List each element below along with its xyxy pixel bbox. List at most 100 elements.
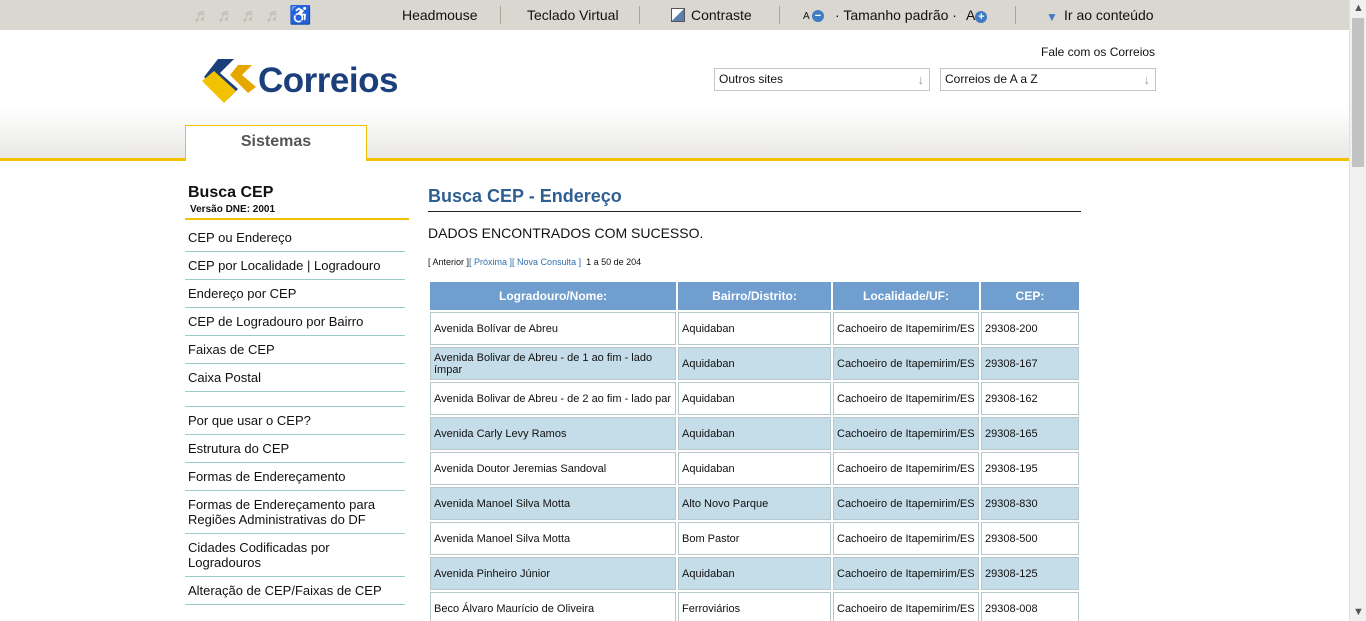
scroll-down-icon[interactable]: ▼ <box>1350 604 1366 621</box>
site-header: Correios Fale com os Correios Outros sit… <box>0 30 1349 161</box>
font-increase-button[interactable]: A + <box>966 7 988 23</box>
sidebar-version: Versão DNE: 2001 <box>190 204 276 215</box>
cell-cep: 29308-200 <box>981 312 1079 345</box>
sidebar-gap <box>185 392 405 407</box>
arrow-down-icon: ▼ <box>1046 10 1058 24</box>
outros-sites-select[interactable]: Outros sites ↓ <box>714 68 930 91</box>
column-header-logradouro: Logradouro/Nome: <box>430 282 676 310</box>
cell-localidade: Cachoeiro de Itapemirim/ES <box>833 487 979 520</box>
headmouse-link[interactable]: Headmouse <box>402 7 478 23</box>
cell-bairro: Alto Novo Parque <box>678 487 831 520</box>
title-divider <box>428 211 1081 212</box>
column-header-bairro: Bairro/Distrito: <box>678 282 831 310</box>
column-header-localidade: Localidade/UF: <box>833 282 979 310</box>
cell-localidade: Cachoeiro de Itapemirim/ES <box>833 417 979 450</box>
sidebar-item-por-que-usar-cep[interactable]: Por que usar o CEP? <box>185 407 405 435</box>
font-small-label: A <box>803 11 810 22</box>
contrast-icon <box>671 8 685 22</box>
sidebar-item-caixa-postal[interactable]: Caixa Postal <box>185 364 405 392</box>
cell-bairro: Ferroviários <box>678 592 831 621</box>
correios-a-z-select[interactable]: Correios de A a Z ↓ <box>940 68 1156 91</box>
sidebar-item-endereco-por-cep[interactable]: Endereço por CEP <box>185 280 405 308</box>
table-row: Beco Álvaro Maurício de Oliveira Ferroviá… <box>430 592 1079 621</box>
accessibility-bar: ♬ ♬ ♬ ♬ ♿ Headmouse Teclado Virtual Cont… <box>0 0 1349 30</box>
cell-localidade: Cachoeiro de Itapemirim/ES <box>833 592 979 621</box>
cell-localidade: Cachoeiro de Itapemirim/ES <box>833 522 979 555</box>
cell-logradouro: Avenida Bolívar de Abreu <box>430 312 676 345</box>
outros-sites-value: Outros sites <box>719 72 784 86</box>
table-row: Avenida Bolívar de Abreu Aquidaban Cachoei… <box>430 312 1079 345</box>
sidebar-item-cidades-codificadas[interactable]: Cidades Codificadas por Logradouros <box>185 534 405 577</box>
arrow-down-icon: ↓ <box>917 72 925 87</box>
sidebar-item-cep-ou-endereco[interactable]: CEP ou Endereço <box>185 224 405 252</box>
minus-circle-icon: − <box>811 10 824 22</box>
font-decrease-button[interactable]: A − <box>803 9 824 25</box>
cell-localidade: Cachoeiro de Itapemirim/ES <box>833 312 979 345</box>
sidebar-item-alteracao-cep[interactable]: Alteração de CEP/Faixas de CEP <box>185 577 405 605</box>
nova-consulta-link[interactable]: [ Nova Consulta ] <box>512 257 581 267</box>
status-message: DADOS ENCONTRADOS COM SUCESSO. <box>428 225 704 241</box>
cell-bairro: Aquidaban <box>678 452 831 485</box>
table-row: Avenida Pinheiro Júnior Aquidaban Cachoeir… <box>430 557 1079 590</box>
table-row: Avenida Manoel Silva Motta Bom Pastor Cach… <box>430 522 1079 555</box>
table-row: Avenida Manoel Silva Motta Alto Novo Parq… <box>430 487 1079 520</box>
cell-localidade: Cachoeiro de Itapemirim/ES <box>833 557 979 590</box>
page-title: Busca CEP - Endereço <box>428 186 622 206</box>
ir-ao-conteudo-label: Ir ao conteúdo <box>1064 7 1154 23</box>
divider <box>779 6 780 24</box>
cell-localidade: Cachoeiro de Itapemirim/ES <box>833 382 979 415</box>
contraste-link[interactable]: Contraste <box>671 7 752 23</box>
ir-ao-conteudo-link[interactable]: ▼ Ir ao conteúdo <box>1046 7 1154 24</box>
font-large-label: A <box>966 7 976 23</box>
cell-bairro: Aquidaban <box>678 312 831 345</box>
proxima-link[interactable]: [ Próxima ] <box>469 257 512 267</box>
teclado-virtual-link[interactable]: Teclado Virtual <box>527 7 619 23</box>
scroll-up-icon[interactable]: ▲ <box>1350 0 1366 17</box>
sidebar-item-formas-enderecamento-df[interactable]: Formas de Endereçamento para Regiões Adm… <box>185 491 405 534</box>
cell-logradouro: Avenida Manoel Silva Motta <box>430 522 676 555</box>
tab-sistemas[interactable]: Sistemas <box>185 125 367 161</box>
cell-localidade: Cachoeiro de Itapemirim/ES <box>833 347 979 380</box>
pregnant-person-icon: ♬ <box>265 5 283 25</box>
fale-com-correios-link[interactable]: Fale com os Correios <box>1041 45 1155 59</box>
correios-logo[interactable]: Correios <box>198 59 398 103</box>
table-row: Avenida Doutor Jeremias Sandoval Aquidaba… <box>430 452 1079 485</box>
vertical-scrollbar[interactable]: ▲ ▼ <box>1349 0 1366 621</box>
cell-cep: 29308-500 <box>981 522 1079 555</box>
anterior-link[interactable]: [ Anterior ] <box>428 257 469 267</box>
accessibility-people-icons: ♬ ♬ ♬ ♬ ♿ <box>193 4 312 26</box>
sidebar-title: Busca CEP <box>188 184 274 201</box>
tamanho-padrao-link[interactable]: · Tamanho padrão · <box>835 7 957 23</box>
sidebar-item-cep-por-localidade[interactable]: CEP por Localidade | Logradouro <box>185 252 405 280</box>
cell-cep: 29308-008 <box>981 592 1079 621</box>
cell-logradouro: Avenida Doutor Jeremias Sandoval <box>430 452 676 485</box>
divider <box>639 6 640 24</box>
cell-logradouro: Beco Álvaro Maurício de Oliveira <box>430 592 676 621</box>
wheelchair-icon: ♿ <box>289 5 312 25</box>
sidebar-item-faixas-de-cep[interactable]: Faixas de CEP <box>185 336 405 364</box>
cell-logradouro: Avenida Manoel Silva Motta <box>430 487 676 520</box>
pagination: [ Anterior ][ Próxima ][ Nova Consulta ]… <box>428 257 641 267</box>
arrow-down-icon: ↓ <box>1143 72 1151 87</box>
cell-logradouro: Avenida Pinheiro Júnior <box>430 557 676 590</box>
cell-localidade: Cachoeiro de Itapemirim/ES <box>833 452 979 485</box>
results-table: Logradouro/Nome: Bairro/Distrito: Locali… <box>428 280 1081 621</box>
elderly-person-icon: ♬ <box>193 5 211 25</box>
cell-cep: 29308-195 <box>981 452 1079 485</box>
table-row: Avenida Bolivar de Abreu - de 1 ao fim -… <box>430 347 1079 380</box>
sidebar-item-cep-logradouro-bairro[interactable]: CEP de Logradouro por Bairro <box>185 308 405 336</box>
sidebar-item-estrutura-cep[interactable]: Estrutura do CEP <box>185 435 405 463</box>
correios-logo-mark-icon <box>198 59 256 103</box>
cell-bairro: Aquidaban <box>678 557 831 590</box>
tamanho-padrao-label: Tamanho padrão <box>843 7 949 23</box>
scrollbar-thumb[interactable] <box>1352 18 1364 167</box>
table-header-row: Logradouro/Nome: Bairro/Distrito: Locali… <box>430 282 1079 310</box>
cell-logradouro: Avenida Bolivar de Abreu - de 2 ao fim -… <box>430 382 676 415</box>
cell-bairro: Aquidaban <box>678 382 831 415</box>
divider <box>1015 6 1016 24</box>
column-header-cep: CEP: <box>981 282 1079 310</box>
cell-cep: 29308-167 <box>981 347 1079 380</box>
cell-cep: 29308-165 <box>981 417 1079 450</box>
cell-cep: 29308-125 <box>981 557 1079 590</box>
sidebar-item-formas-enderecamento[interactable]: Formas de Endereçamento <box>185 463 405 491</box>
